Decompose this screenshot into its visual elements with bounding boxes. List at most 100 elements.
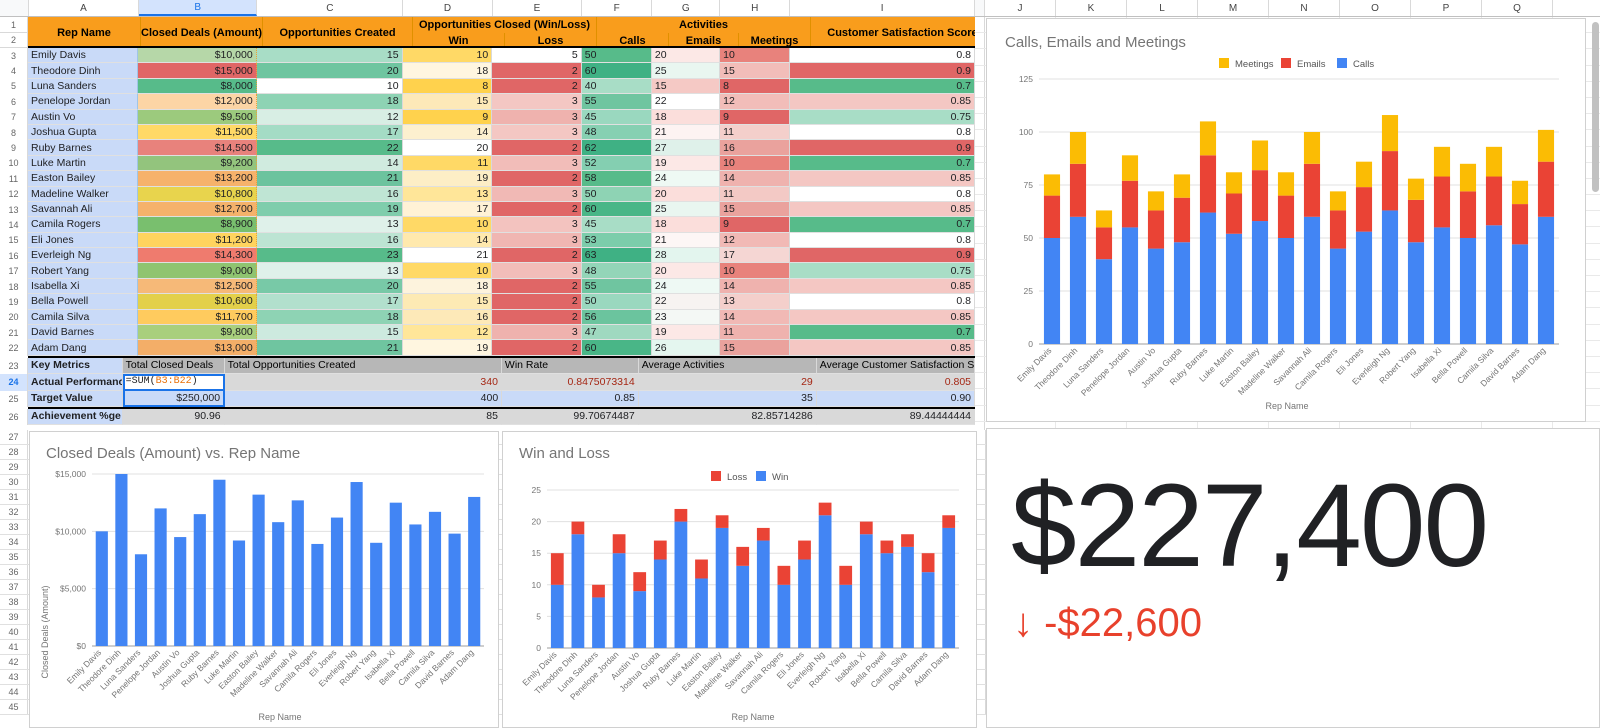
- row-header-36[interactable]: 36: [0, 565, 28, 579]
- row-header-31[interactable]: 31: [0, 490, 28, 504]
- cell-closed-deals[interactable]: $14,500: [137, 140, 257, 156]
- column-header-m[interactable]: M: [1198, 0, 1269, 16]
- cell-opportunities-created[interactable]: 16: [256, 232, 403, 249]
- cell-csat[interactable]: 0.85: [790, 340, 975, 356]
- cell-win[interactable]: 11: [402, 155, 493, 172]
- cell-emails[interactable]: 19: [651, 325, 721, 341]
- row-header-8[interactable]: 8: [0, 124, 28, 141]
- cell-emails[interactable]: 25: [651, 201, 721, 218]
- cell-meetings[interactable]: 11: [720, 124, 791, 141]
- column-header-c[interactable]: C: [257, 0, 404, 16]
- cell-closed-deals[interactable]: $13,000: [137, 340, 257, 356]
- cell-loss[interactable]: 2: [492, 294, 582, 310]
- cell-rep-name[interactable]: Easton Bailey: [28, 171, 138, 187]
- cell-opportunities-created[interactable]: 13: [256, 217, 403, 233]
- cell-meetings[interactable]: 9: [720, 109, 791, 125]
- cell-win[interactable]: 12: [402, 325, 493, 341]
- cell-emails[interactable]: 26: [651, 340, 721, 356]
- table-row[interactable]: 19 Bella Powell $10,600 17 15 2 50 22 13 0.8: [0, 294, 975, 310]
- row-header-38[interactable]: 38: [0, 595, 28, 609]
- cell-meetings[interactable]: 11: [720, 325, 791, 341]
- cell-closed-deals[interactable]: $9,200: [137, 155, 257, 172]
- cell-closed-deals[interactable]: $9,000: [137, 263, 257, 279]
- chart-panel-closed-deals[interactable]: Closed Deals (Amount) vs. Rep Name $0 $5,…: [29, 431, 499, 728]
- row-header-2[interactable]: 2: [0, 33, 28, 48]
- cell-actual-win-rate[interactable]: 0.8475073314: [501, 373, 639, 391]
- cell-meetings[interactable]: 14: [720, 171, 791, 187]
- cell-opportunities-created[interactable]: 20: [256, 63, 403, 79]
- cell-csat[interactable]: 0.8: [790, 294, 975, 310]
- cell-closed-deals[interactable]: $11,500: [137, 124, 257, 141]
- cell-loss[interactable]: 2: [492, 78, 582, 95]
- cell-calls[interactable]: 60: [581, 201, 652, 218]
- header-total-closed-deals[interactable]: Total Closed Deals: [122, 357, 225, 374]
- column-header-q[interactable]: Q: [1482, 0, 1553, 16]
- cell-loss[interactable]: 3: [492, 186, 582, 202]
- cell-csat[interactable]: 0.85: [790, 278, 975, 295]
- cell-loss[interactable]: 3: [492, 232, 582, 249]
- cell-csat[interactable]: 0.85: [790, 94, 975, 110]
- cell-rep-name[interactable]: Theodore Dinh: [28, 63, 138, 79]
- cell-emails[interactable]: 20: [651, 186, 721, 202]
- cell-actual-average-activities[interactable]: 29: [638, 373, 817, 391]
- cell-target-average-csat[interactable]: 0.90: [816, 390, 975, 407]
- cell-emails[interactable]: 15: [651, 78, 721, 95]
- row-header-5[interactable]: 5: [0, 78, 28, 95]
- row-header-21[interactable]: 21: [0, 325, 28, 341]
- cell-win[interactable]: 14: [402, 232, 493, 249]
- row-header-37[interactable]: 37: [0, 580, 28, 594]
- row-header-1[interactable]: 1: [0, 17, 28, 33]
- cell-closed-deals[interactable]: $9,800: [137, 325, 257, 341]
- row-header-11[interactable]: 11: [0, 171, 28, 187]
- cell-meetings[interactable]: 11: [720, 186, 791, 202]
- cell-emails[interactable]: 27: [651, 140, 721, 156]
- cell-closed-deals[interactable]: $15,000: [137, 63, 257, 79]
- row-header-19[interactable]: 19: [0, 294, 28, 310]
- cell-emails[interactable]: 20: [651, 48, 721, 64]
- cell-calls[interactable]: 45: [581, 217, 652, 233]
- column-header-f[interactable]: F: [582, 0, 653, 16]
- row-header-32[interactable]: 32: [0, 505, 28, 519]
- header-average-activities[interactable]: Average Activities: [638, 357, 817, 374]
- summary-header-row[interactable]: 23 Key Metrics Total Closed Deals Total Opp…: [0, 357, 975, 374]
- row-header-26[interactable]: 26: [0, 408, 28, 425]
- cell-actual-average-csat[interactable]: 0.805: [816, 373, 975, 391]
- cell-closed-deals[interactable]: $10,000: [137, 48, 257, 64]
- cell-rep-name[interactable]: Bella Powell: [28, 294, 138, 310]
- cell-loss[interactable]: 3: [492, 155, 582, 172]
- cell-opportunities-created[interactable]: 19: [256, 201, 403, 218]
- cell-emails[interactable]: 18: [651, 109, 721, 125]
- cell-csat[interactable]: 0.7: [790, 217, 975, 233]
- cell-loss[interactable]: 3: [492, 94, 582, 110]
- table-row[interactable]: 4 Theodore Dinh $15,000 20 18 2 60 25 15 0.9: [0, 63, 975, 79]
- cell-emails[interactable]: 21: [651, 124, 721, 141]
- cell-meetings[interactable]: 12: [720, 94, 791, 110]
- cell-win[interactable]: 16: [402, 309, 493, 326]
- cell-opportunities-created[interactable]: 22: [256, 140, 403, 156]
- cell-csat[interactable]: 0.75: [790, 109, 975, 125]
- table-row[interactable]: 5 Luna Sanders $8,000 10 8 2 40 15 8 0.7: [0, 78, 975, 95]
- label-achievement-pct[interactable]: Achievement %ge: [28, 408, 123, 425]
- cell-meetings[interactable]: 8: [720, 78, 791, 95]
- row-header-24[interactable]: 24: [0, 373, 28, 391]
- table-row[interactable]: 12 Madeline Walker $10,800 16 13 3 50 20 11 0.8: [0, 186, 975, 202]
- cell-opportunities-created[interactable]: 16: [256, 186, 403, 202]
- cell-rep-name[interactable]: Camila Rogers: [28, 217, 138, 233]
- row-header-39[interactable]: 39: [0, 610, 28, 624]
- cell-win[interactable]: 19: [402, 340, 493, 356]
- cell-closed-deals[interactable]: $14,300: [137, 248, 257, 264]
- cell-opportunities-created[interactable]: 17: [256, 124, 403, 141]
- cell-calls[interactable]: 58: [581, 171, 652, 187]
- cell-rep-name[interactable]: Penelope Jordan: [28, 94, 138, 110]
- cell-csat[interactable]: 0.8: [790, 48, 975, 64]
- cell-target-win-rate[interactable]: 0.85: [502, 390, 639, 407]
- cell-rep-name[interactable]: Savannah Ali: [28, 201, 138, 218]
- table-row[interactable]: 18 Isabella Xi $12,500 20 18 2 55 24 14 0.85: [0, 278, 975, 295]
- row-header-6[interactable]: 6: [0, 94, 28, 110]
- cell-loss[interactable]: 2: [492, 340, 582, 356]
- cell-rep-name[interactable]: Eli Jones: [28, 232, 138, 249]
- cell-csat[interactable]: 0.9: [790, 140, 975, 156]
- row-header-29[interactable]: 29: [0, 460, 28, 474]
- cell-csat[interactable]: 0.7: [790, 155, 975, 172]
- cell-active-formula[interactable]: =SUM(B3:B22): [122, 373, 225, 391]
